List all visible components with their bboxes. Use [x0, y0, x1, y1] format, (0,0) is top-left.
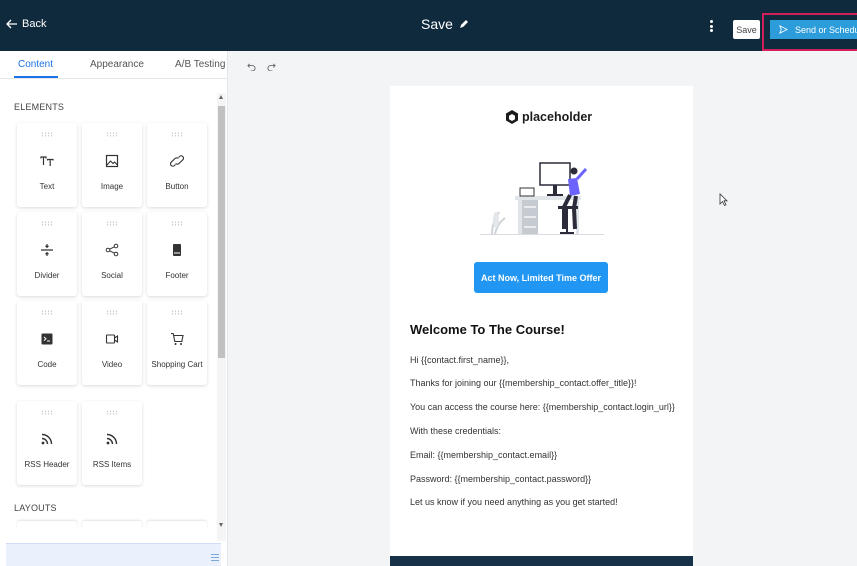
page-title: Save [421, 16, 453, 32]
link-icon [170, 155, 184, 167]
element-tile-button[interactable]: Button [147, 123, 207, 207]
divider-icon [41, 244, 53, 256]
image-icon [105, 154, 119, 168]
element-tile-text[interactable]: Text [17, 123, 77, 207]
share-icon [105, 243, 119, 257]
email-paragraph[interactable]: Password: {{membership_contact.password}… [410, 474, 591, 484]
rss-icon [106, 433, 118, 445]
drag-handle-icon [171, 221, 183, 226]
redo-icon[interactable] [267, 62, 276, 71]
element-label: Social [101, 271, 123, 280]
email-paragraph[interactable]: With these credentials: [410, 426, 501, 436]
tab-ab-testing[interactable]: A/B Testing [175, 59, 225, 70]
layout-tile[interactable] [82, 521, 142, 529]
email-canvas[interactable]: placeholder Act Now, Limited Time Offer … [390, 86, 693, 566]
back-button[interactable]: Back [6, 18, 46, 30]
element-label: Footer [165, 271, 189, 280]
element-label: Shopping Cart [151, 360, 203, 369]
scroll-up-icon[interactable] [219, 95, 223, 99]
element-label: Divider [34, 271, 60, 280]
element-tile-video[interactable]: Video [82, 301, 142, 385]
email-paragraph[interactable]: Hi {{contact.first_name}}, [410, 355, 509, 365]
send-icon [779, 25, 788, 34]
text-icon [40, 156, 54, 166]
video-icon [105, 334, 119, 344]
element-tile-divider[interactable]: Divider [17, 212, 77, 296]
element-label: Text [39, 182, 55, 191]
drag-handle-icon [41, 310, 53, 315]
panel-bottom-bar [6, 543, 221, 566]
email-logo[interactable]: placeholder [505, 109, 592, 125]
pencil-icon[interactable] [459, 19, 469, 29]
layout-tile[interactable] [17, 521, 77, 529]
send-label: Send or Schedule [795, 24, 857, 35]
menu-icon[interactable] [211, 554, 219, 561]
element-label: RSS Header [24, 460, 70, 469]
element-tile-code[interactable]: Code [17, 301, 77, 385]
desk-illustration-icon[interactable] [480, 154, 604, 238]
drag-handle-icon [106, 221, 118, 226]
undo-icon[interactable] [247, 62, 256, 71]
drag-handle-icon [106, 132, 118, 137]
send-or-schedule-button[interactable]: Send or Schedule [770, 20, 857, 39]
email-paragraph[interactable]: Thanks for joining our {{membership_cont… [410, 378, 636, 388]
email-paragraph[interactable]: You can access the course here: {{member… [410, 402, 675, 412]
drag-handle-icon [106, 410, 118, 415]
element-label: Code [37, 360, 57, 369]
panel-tabs: Content Appearance A/B Testing [0, 51, 228, 79]
scrollbar-thumb[interactable] [218, 106, 225, 358]
email-footer-block[interactable] [390, 556, 693, 566]
footer-icon [173, 244, 181, 256]
cta-button[interactable]: Act Now, Limited Time Offer [474, 262, 608, 293]
drag-handle-icon [41, 221, 53, 226]
section-label-elements: ELEMENTS [14, 102, 65, 112]
drag-handle-icon [171, 132, 183, 137]
email-heading[interactable]: Welcome To The Course! [410, 322, 565, 337]
logo-mark-icon [506, 110, 518, 124]
element-label: RSS Items [92, 460, 132, 469]
element-label: Image [100, 182, 124, 191]
email-paragraph[interactable]: Email: {{membership_contact.email}} [410, 450, 557, 460]
more-options-icon[interactable] [710, 20, 714, 32]
save-button[interactable]: Save [733, 20, 760, 39]
layout-tile[interactable] [147, 521, 207, 529]
mouse-cursor-icon [719, 193, 728, 207]
logo-text: placeholder [522, 110, 593, 124]
email-paragraph[interactable]: Let us know if you need anything as you … [410, 497, 618, 507]
drag-handle-icon [171, 310, 183, 315]
history-controls [247, 62, 276, 71]
element-tile-image[interactable]: Image [82, 123, 142, 207]
element-tile-rss-items[interactable]: RSS Items [82, 401, 142, 485]
arrow-left-icon [6, 19, 17, 29]
element-tile-rss-header[interactable]: RSS Header [17, 401, 77, 485]
cart-icon [171, 332, 184, 345]
active-tab-indicator [14, 76, 58, 78]
section-label-layouts: LAYOUTS [14, 503, 57, 513]
tab-content[interactable]: Content [18, 59, 53, 70]
tab-appearance[interactable]: Appearance [90, 59, 144, 70]
element-tile-social[interactable]: Social [82, 212, 142, 296]
element-label: Button [165, 182, 189, 191]
element-label: Video [101, 360, 123, 369]
code-icon [41, 333, 53, 345]
scroll-down-icon[interactable] [219, 523, 223, 527]
rss-icon [41, 433, 53, 445]
drag-handle-icon [41, 132, 53, 137]
element-tile-shopping-cart[interactable]: Shopping Cart [147, 301, 207, 385]
element-tile-footer[interactable]: Footer [147, 212, 207, 296]
top-bar: Back Save Save Send or Schedule [0, 0, 857, 51]
email-title[interactable]: Save [421, 16, 469, 32]
left-panel: Content Appearance A/B Testing ELEMENTS … [0, 51, 228, 566]
drag-handle-icon [106, 310, 118, 315]
back-label: Back [22, 18, 47, 30]
drag-handle-icon [41, 410, 53, 415]
